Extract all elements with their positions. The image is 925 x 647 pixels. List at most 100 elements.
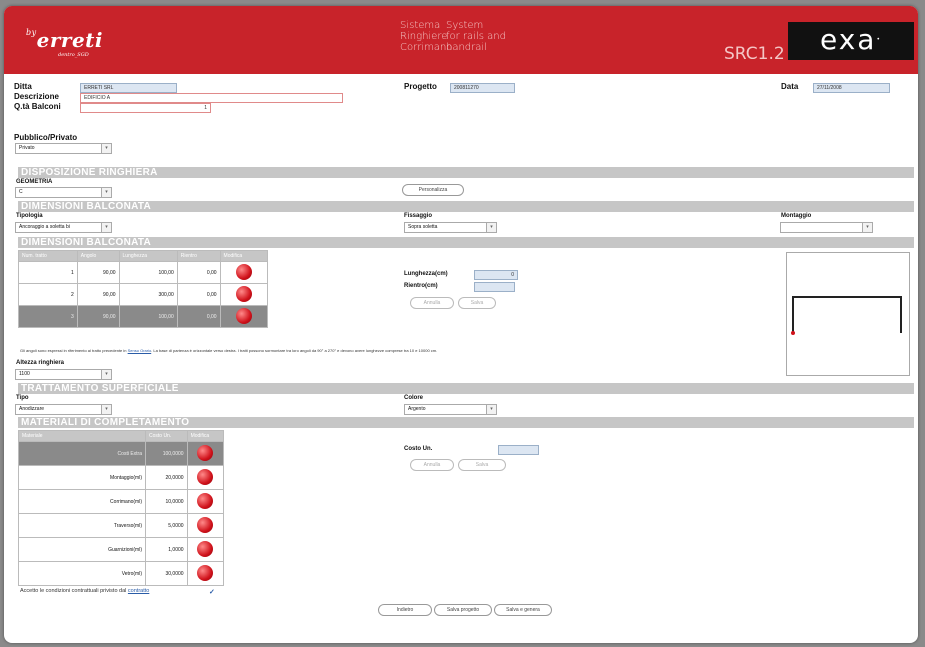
cell-materiale: Vetro(ml) xyxy=(18,561,146,586)
erreti-logo: byerreti dentro_SGD xyxy=(26,28,103,58)
rientro-field[interactable] xyxy=(474,282,515,292)
edit-ball-icon[interactable] xyxy=(197,564,214,581)
cell-angolo: 90,00 xyxy=(76,305,120,328)
edit-ball-icon[interactable] xyxy=(197,468,214,485)
cell-materiale: Costi Extra xyxy=(18,441,146,466)
ditta-label: Ditta xyxy=(14,82,32,91)
balconi-label: Q.tà Balconi xyxy=(14,102,61,111)
edit-ball-icon[interactable] xyxy=(235,285,252,302)
balconi-field[interactable]: 1 xyxy=(80,103,211,113)
tagline-it-2: Ringhiere xyxy=(400,31,448,42)
descrizione-field[interactable]: EDIFICIO A xyxy=(80,93,343,103)
pubblico-label: Pubblico/Privato xyxy=(14,133,78,142)
progetto-field[interactable]: 200811270 xyxy=(450,83,515,93)
salva-materiali-button[interactable]: Salva xyxy=(458,459,506,471)
cell-modifica xyxy=(186,441,225,466)
col-angolo: Angolo xyxy=(76,250,120,262)
salva-genera-button[interactable]: Salva e genera xyxy=(494,604,552,616)
note-post: . La base di partenza è orizzontale vers… xyxy=(151,348,438,353)
cell-modifica xyxy=(186,489,225,514)
montaggio-label: Montaggio xyxy=(781,213,812,219)
chevron-down-icon: ▾ xyxy=(101,188,111,197)
geometria-select[interactable]: C ▾ xyxy=(15,187,112,198)
cell-modifica xyxy=(219,283,269,306)
geometria-label: GEOMETRIA xyxy=(16,179,53,185)
chevron-down-icon: ▾ xyxy=(486,223,496,232)
col-costo-un: Costo Un. xyxy=(145,430,188,442)
chevron-down-icon: ▾ xyxy=(862,223,872,232)
balcony-outline xyxy=(792,296,902,333)
cell-modifica xyxy=(186,561,225,586)
cell-rientro: 0,00 xyxy=(176,305,221,328)
brand-text: exa xyxy=(819,23,877,56)
lunghezza-label: Lunghezza(cm) xyxy=(404,271,448,277)
cell-materiale: Traverso(ml) xyxy=(18,513,146,538)
costo-field[interactable] xyxy=(498,445,539,455)
table-row: Corrimano(ml) 10,0000 xyxy=(18,489,225,514)
cell-num: 2 xyxy=(18,283,78,306)
tipo-select[interactable]: Anodizzare ▾ xyxy=(15,404,112,415)
edit-ball-icon[interactable] xyxy=(197,492,214,509)
cell-rientro: 0,00 xyxy=(176,261,221,284)
indietro-button[interactable]: Indietro xyxy=(378,604,432,616)
balcony-preview xyxy=(786,252,910,376)
salva-progetto-button[interactable]: Salva progetto xyxy=(434,604,492,616)
cell-costo: 5,0000 xyxy=(145,513,188,538)
cell-modifica xyxy=(219,305,269,328)
annulla-button[interactable]: Annulla xyxy=(410,297,454,309)
cell-costo: 1,0000 xyxy=(145,537,188,562)
logo-by: by xyxy=(26,28,37,37)
tagline-en-2: for rails and xyxy=(446,31,506,42)
angoli-note: Gli angoli sono espressi in riferimento … xyxy=(20,348,437,353)
col-rientro: Rientro xyxy=(176,250,221,262)
tipologia-select[interactable]: Ancoraggio a soletta bi ▾ xyxy=(15,222,112,233)
tagline-en-3: handrail xyxy=(446,42,487,53)
edit-ball-icon[interactable] xyxy=(235,263,252,280)
personalizza-button[interactable]: Personalizza xyxy=(402,184,464,196)
col-materiale: Materiale xyxy=(18,430,146,442)
edit-ball-icon[interactable] xyxy=(197,444,214,461)
tagline-en-1: System xyxy=(446,20,484,31)
accetto-checkbox[interactable]: ✓ xyxy=(209,588,215,596)
geometria-value: C xyxy=(19,189,23,195)
chevron-down-icon: ▾ xyxy=(486,405,496,414)
table-header-row: Materiale Costo Un. Modifica xyxy=(18,430,225,442)
chevron-down-icon: ▾ xyxy=(101,370,111,379)
exa-brand-logo: exa• xyxy=(788,22,914,60)
product-code: SRC1.2 xyxy=(724,44,785,64)
lunghezza-field[interactable]: 0 xyxy=(474,270,518,280)
contratto-link[interactable]: contratto xyxy=(128,588,149,594)
altezza-value: 1100 xyxy=(19,371,30,377)
tipo-label: Tipo xyxy=(16,395,29,401)
edit-ball-icon[interactable] xyxy=(197,540,214,557)
cell-rientro: 0,00 xyxy=(176,283,221,306)
table-header-row: Num. tratto Angolo Lunghezza Rientro Mod… xyxy=(18,250,269,262)
fissaggio-select[interactable]: Sopra soletta ▾ xyxy=(404,222,497,233)
cell-costo: 100,0000 xyxy=(145,441,188,466)
logo-sub: dentro_SGD xyxy=(58,52,89,58)
tipologia-value: Ancoraggio a soletta bi xyxy=(19,224,70,230)
salva-button[interactable]: Salva xyxy=(458,297,496,309)
section-dimensioni-2: DIMENSIONI BALCONATA xyxy=(18,237,914,248)
pubblico-select[interactable]: Privato ▾ xyxy=(15,143,112,154)
cell-angolo: 90,00 xyxy=(76,261,120,284)
edit-ball-icon[interactable] xyxy=(197,516,214,533)
rientro-label: Rientro(cm) xyxy=(404,283,438,289)
colore-select[interactable]: Argento ▾ xyxy=(404,404,497,415)
altezza-select[interactable]: 1100 ▾ xyxy=(15,369,112,380)
accetto-text: Accetto le condizioni contrattuali privi… xyxy=(20,588,149,594)
cell-num: 3 xyxy=(18,305,78,328)
data-field[interactable]: 27/11/2008 xyxy=(813,83,890,93)
montaggio-select[interactable]: ▾ xyxy=(780,222,873,233)
ditta-field[interactable]: ERRETI SRL xyxy=(80,83,177,93)
cell-modifica xyxy=(186,537,225,562)
senso-orario-link[interactable]: Senso Orario xyxy=(128,348,152,353)
progetto-label: Progetto xyxy=(404,82,437,91)
col-lunghezza: Lunghezza xyxy=(118,250,178,262)
section-trattamento: TRATTAMENTO SUPERFICIALE xyxy=(18,383,914,394)
cell-lunghezza: 100,00 xyxy=(118,305,178,328)
edit-ball-icon[interactable] xyxy=(235,307,252,324)
cell-costo: 10,0000 xyxy=(145,489,188,514)
chevron-down-icon: ▾ xyxy=(101,223,111,232)
annulla-materiali-button[interactable]: Annulla xyxy=(410,459,454,471)
